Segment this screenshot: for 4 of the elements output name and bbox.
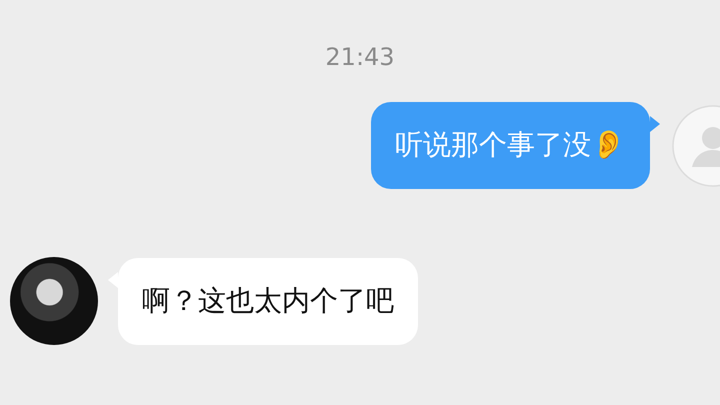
timestamp: 21:43	[325, 42, 395, 73]
message-bubble: 啊？这也太内个了吧	[118, 258, 418, 344]
bubble-tail	[650, 116, 660, 132]
message-bubble: 听说那个事了没👂	[371, 102, 650, 189]
